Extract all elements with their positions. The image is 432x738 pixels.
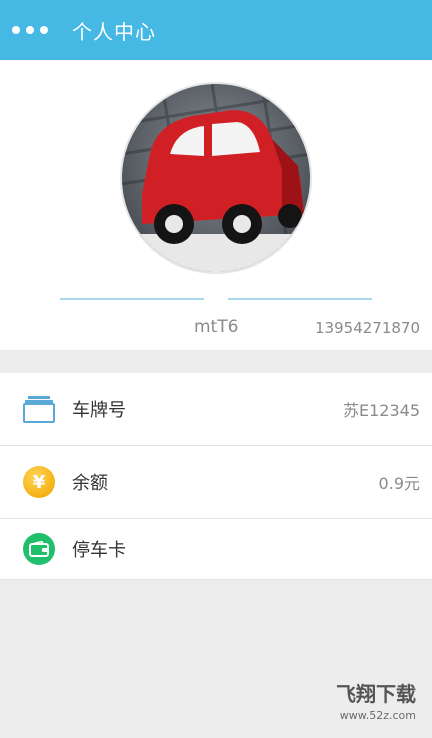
plate-number-label: 车牌号 <box>72 400 126 421</box>
avatar[interactable] <box>122 84 310 272</box>
phone-underline <box>228 298 372 300</box>
account-list: 车牌号 苏E12345 ¥ 余额 0.9元 停车卡 <box>0 373 432 580</box>
watermark-url: www.52z.com <box>339 709 416 722</box>
page-title: 个人中心 <box>72 19 156 44</box>
yen-coin-icon: ¥ <box>22 465 56 499</box>
balance-value: 0.9元 <box>378 474 420 493</box>
list-item-parking-card[interactable]: 停车卡 <box>0 519 432 580</box>
profile-section: mtT6 13954271870 <box>0 60 432 350</box>
username: mtT6 <box>194 317 239 337</box>
more-dots-icon[interactable] <box>12 24 48 36</box>
top-bar: 个人中心 <box>0 0 432 60</box>
list-item-plate-number[interactable]: 车牌号 苏E12345 <box>0 373 432 446</box>
wallet-icon <box>22 532 56 566</box>
phone-number: 13954271870 <box>315 319 420 337</box>
watermark-logo: 飞翔下载 www.52z.com <box>336 684 416 726</box>
plate-number-value: 苏E12345 <box>342 401 420 420</box>
username-underline <box>60 298 204 300</box>
list-item-balance[interactable]: ¥ 余额 0.9元 <box>0 446 432 519</box>
card-stack-icon <box>22 392 56 426</box>
balance-label: 余额 <box>72 473 108 494</box>
watermark-brand: 飞翔下载 <box>336 682 416 706</box>
parking-card-label: 停车卡 <box>72 540 126 561</box>
